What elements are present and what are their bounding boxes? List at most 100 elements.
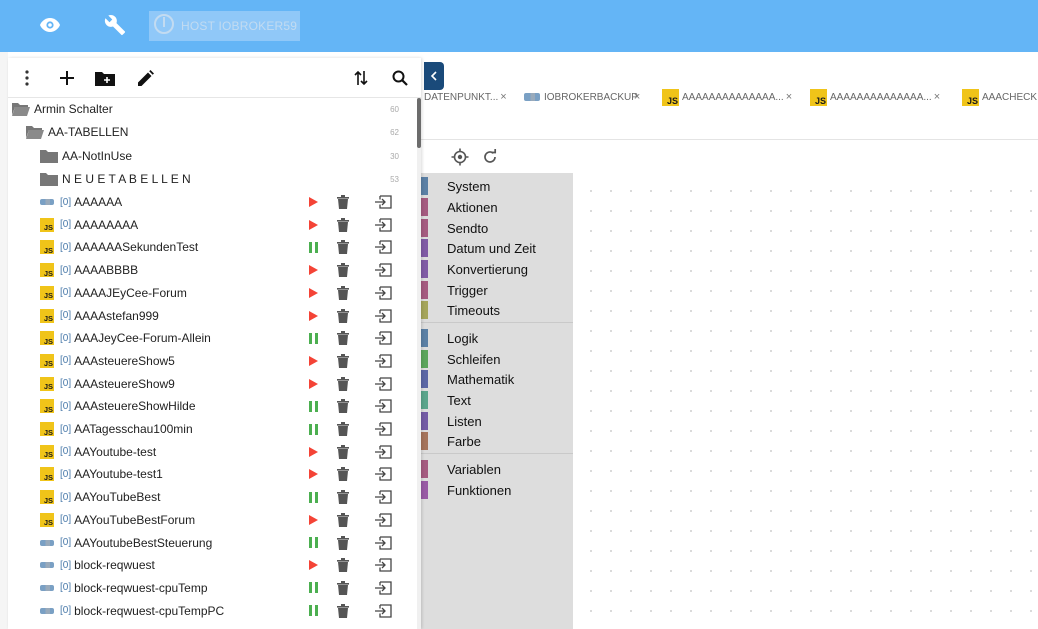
delete-icon[interactable]	[336, 466, 350, 482]
script-row[interactable]: [0] block-reqwuest	[8, 554, 413, 576]
export-icon[interactable]	[373, 194, 393, 210]
tab-close-icon[interactable]: ×	[634, 91, 640, 103]
play-icon[interactable]	[306, 195, 320, 209]
sort-icon[interactable]	[350, 67, 372, 89]
toolbox-category[interactable]: Trigger	[420, 280, 488, 300]
toolbox-category[interactable]: Aktionen	[420, 197, 498, 217]
export-icon[interactable]	[373, 557, 393, 573]
delete-icon[interactable]	[336, 557, 350, 573]
export-icon[interactable]	[373, 217, 393, 233]
toolbox-category[interactable]: Datum und Zeit	[420, 238, 536, 258]
script-row[interactable]: JS [0] AAAJeyCee-Forum-Allein	[8, 327, 413, 349]
script-row[interactable]: [0] AAAAAA	[8, 191, 413, 213]
scrollbar-thumb[interactable]	[417, 98, 421, 148]
toolbox-category[interactable]: Mathematik	[420, 369, 514, 389]
toolbox-category[interactable]: Variablen	[420, 459, 501, 479]
script-row[interactable]: [0] block-reqwuest-cpuTemp	[8, 577, 413, 599]
tab-close-icon[interactable]: ×	[500, 91, 506, 103]
script-row[interactable]: JS [0] AAAsteuereShow5	[8, 350, 413, 372]
export-icon[interactable]	[373, 603, 393, 619]
pause-icon[interactable]	[306, 240, 320, 254]
blockly-workspace[interactable]	[573, 173, 1038, 629]
toolbox-category[interactable]: Schleifen	[420, 349, 500, 369]
eye-icon[interactable]	[35, 10, 65, 40]
script-row[interactable]: JS [0] AAAAAAAA	[8, 214, 413, 236]
export-icon[interactable]	[373, 580, 393, 596]
search-icon[interactable]	[389, 67, 411, 89]
toolbox-category[interactable]: System	[420, 176, 490, 196]
delete-icon[interactable]	[336, 376, 350, 392]
tree-folder-aa-tabellen[interactable]: AA-TABELLEN 62	[8, 121, 413, 143]
play-icon[interactable]	[306, 445, 320, 459]
delete-icon[interactable]	[336, 535, 350, 551]
delete-icon[interactable]	[336, 512, 350, 528]
add-icon[interactable]	[56, 67, 78, 89]
script-row[interactable]: JS [0] AAAsteuereShowHilde	[8, 395, 413, 417]
delete-icon[interactable]	[336, 330, 350, 346]
delete-icon[interactable]	[336, 603, 350, 619]
refresh-icon[interactable]	[480, 147, 500, 167]
export-icon[interactable]	[373, 489, 393, 505]
play-icon[interactable]	[306, 467, 320, 481]
toolbox-category[interactable]: Listen	[420, 411, 482, 431]
tab-iobrokerbackup[interactable]: IOBROKERBACKUP ×	[524, 86, 640, 108]
tab-close-icon[interactable]: ×	[786, 91, 792, 103]
script-row[interactable]: [0] AAYoutubeBestSteuerung	[8, 532, 413, 554]
delete-icon[interactable]	[336, 398, 350, 414]
pause-icon[interactable]	[306, 536, 320, 550]
delete-icon[interactable]	[336, 217, 350, 233]
host-selector[interactable]: HOST IOBROKER59	[149, 11, 300, 41]
pause-icon[interactable]	[306, 604, 320, 618]
pause-icon[interactable]	[306, 399, 320, 413]
script-row[interactable]: [0] block-reqwuest-cpuTempPC	[8, 600, 413, 622]
delete-icon[interactable]	[336, 308, 350, 324]
tree-folder-aa-notinuse[interactable]: AA-NotInUse 30	[8, 145, 413, 167]
play-icon[interactable]	[306, 309, 320, 323]
tab-datenpunkt[interactable]: DATENPUNKT... ×	[424, 86, 507, 108]
toolbox-category[interactable]: Konvertierung	[420, 259, 528, 279]
toolbox-category[interactable]: Farbe	[420, 431, 481, 451]
play-icon[interactable]	[306, 286, 320, 300]
script-row[interactable]: JS [0] AAYoutube-test1	[8, 463, 413, 485]
pause-icon[interactable]	[306, 422, 320, 436]
pause-icon[interactable]	[306, 490, 320, 504]
script-row[interactable]: JS [0] AAAAstefan999	[8, 305, 413, 327]
toolbox-category[interactable]: Timeouts	[420, 300, 500, 320]
script-row[interactable]: JS [0] AAAABBBB	[8, 259, 413, 281]
export-icon[interactable]	[373, 262, 393, 278]
toolbox-category[interactable]: Sendto	[420, 218, 488, 238]
play-icon[interactable]	[306, 377, 320, 391]
tab-aaaa-1[interactable]: JS AAAAAAAAAAAAAA... ×	[662, 86, 792, 108]
play-icon[interactable]	[306, 513, 320, 527]
export-icon[interactable]	[373, 512, 393, 528]
script-row[interactable]: JS [0] AAYouTubeBest	[8, 486, 413, 508]
pause-icon[interactable]	[306, 581, 320, 595]
export-icon[interactable]	[373, 239, 393, 255]
toolbox-category[interactable]: Funktionen	[420, 480, 511, 500]
toolbox-category[interactable]: Logik	[420, 328, 478, 348]
script-row[interactable]: JS [0] AAAAAASekundenTest	[8, 236, 413, 258]
delete-icon[interactable]	[336, 353, 350, 369]
delete-icon[interactable]	[336, 194, 350, 210]
tab-aaaa-2[interactable]: JS AAAAAAAAAAAAAA... ×	[810, 86, 940, 108]
tree-root-folder[interactable]: Armin Schalter 60	[8, 98, 413, 120]
play-icon[interactable]	[306, 558, 320, 572]
delete-icon[interactable]	[336, 239, 350, 255]
export-icon[interactable]	[373, 398, 393, 414]
script-row[interactable]: JS [0] AATagesschau100min	[8, 418, 413, 440]
wrench-icon[interactable]	[100, 10, 130, 40]
toolbox-category[interactable]: Text	[420, 390, 471, 410]
export-icon[interactable]	[373, 421, 393, 437]
script-row[interactable]: JS [0] AAYoutube-test	[8, 441, 413, 463]
more-vert-icon[interactable]	[16, 67, 38, 89]
delete-icon[interactable]	[336, 444, 350, 460]
export-icon[interactable]	[373, 535, 393, 551]
delete-icon[interactable]	[336, 262, 350, 278]
pause-icon[interactable]	[306, 331, 320, 345]
locate-icon[interactable]	[450, 147, 470, 167]
export-icon[interactable]	[373, 330, 393, 346]
delete-icon[interactable]	[336, 421, 350, 437]
play-icon[interactable]	[306, 263, 320, 277]
export-icon[interactable]	[373, 308, 393, 324]
delete-icon[interactable]	[336, 285, 350, 301]
